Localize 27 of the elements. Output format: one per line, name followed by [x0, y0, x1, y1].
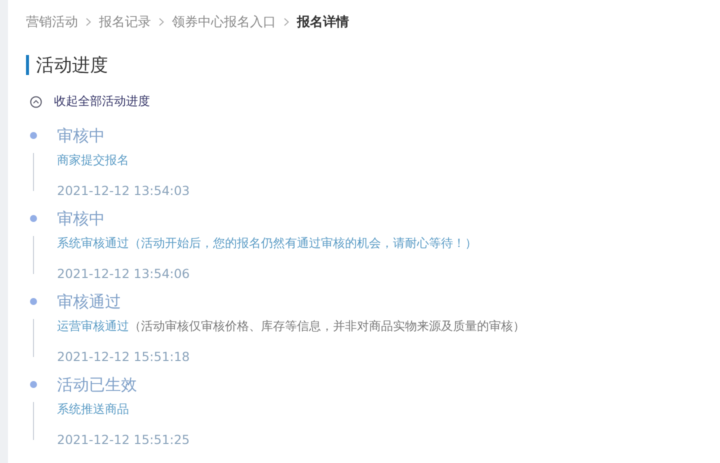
status-title: 审核中 — [57, 209, 106, 229]
collapse-toggle[interactable]: 收起全部活动进度 — [30, 93, 150, 110]
status-description: 运营审核通过（活动审核仅审核价格、库存等信息，并非对商品实物来源及质量的审核） — [57, 318, 526, 335]
timestamp: 2021-12-12 15:51:18 — [57, 349, 191, 365]
timeline-dot — [30, 132, 37, 139]
collapse-icon — [30, 96, 42, 108]
status-title: 审核通过 — [57, 292, 122, 312]
current-page-title: 报名详情 — [297, 14, 349, 31]
status-title: 审核中 — [57, 126, 106, 146]
timestamp: 2021-12-12 13:54:03 — [57, 183, 191, 199]
timestamp: 2021-12-12 15:51:25 — [57, 432, 191, 448]
status-description: 系统推送商品 — [57, 401, 130, 418]
accent-bar — [26, 55, 29, 75]
timeline-dot — [30, 298, 37, 305]
chevron-icon — [159, 18, 164, 26]
breadcrumb-link[interactable]: 领券中心报名入口 — [172, 13, 276, 31]
status-description: 系统审核通过（活动开始后，您的报名仍然有通过审核的机会，请耐心等待！） — [57, 235, 478, 252]
breadcrumb-link[interactable]: 营销活动 — [26, 13, 78, 31]
chevron-icon — [86, 18, 91, 26]
chevron-icon — [284, 18, 289, 26]
breadcrumb-link[interactable]: 报名记录 — [99, 13, 151, 31]
status-description: 商家提交报名 — [57, 152, 130, 169]
timeline-dot — [30, 381, 37, 388]
section-title: 活动进度 — [36, 54, 108, 77]
status-title: 活动已生效 — [57, 375, 138, 395]
timestamp: 2021-12-12 13:54:06 — [57, 266, 191, 282]
timeline-dot — [30, 215, 37, 222]
